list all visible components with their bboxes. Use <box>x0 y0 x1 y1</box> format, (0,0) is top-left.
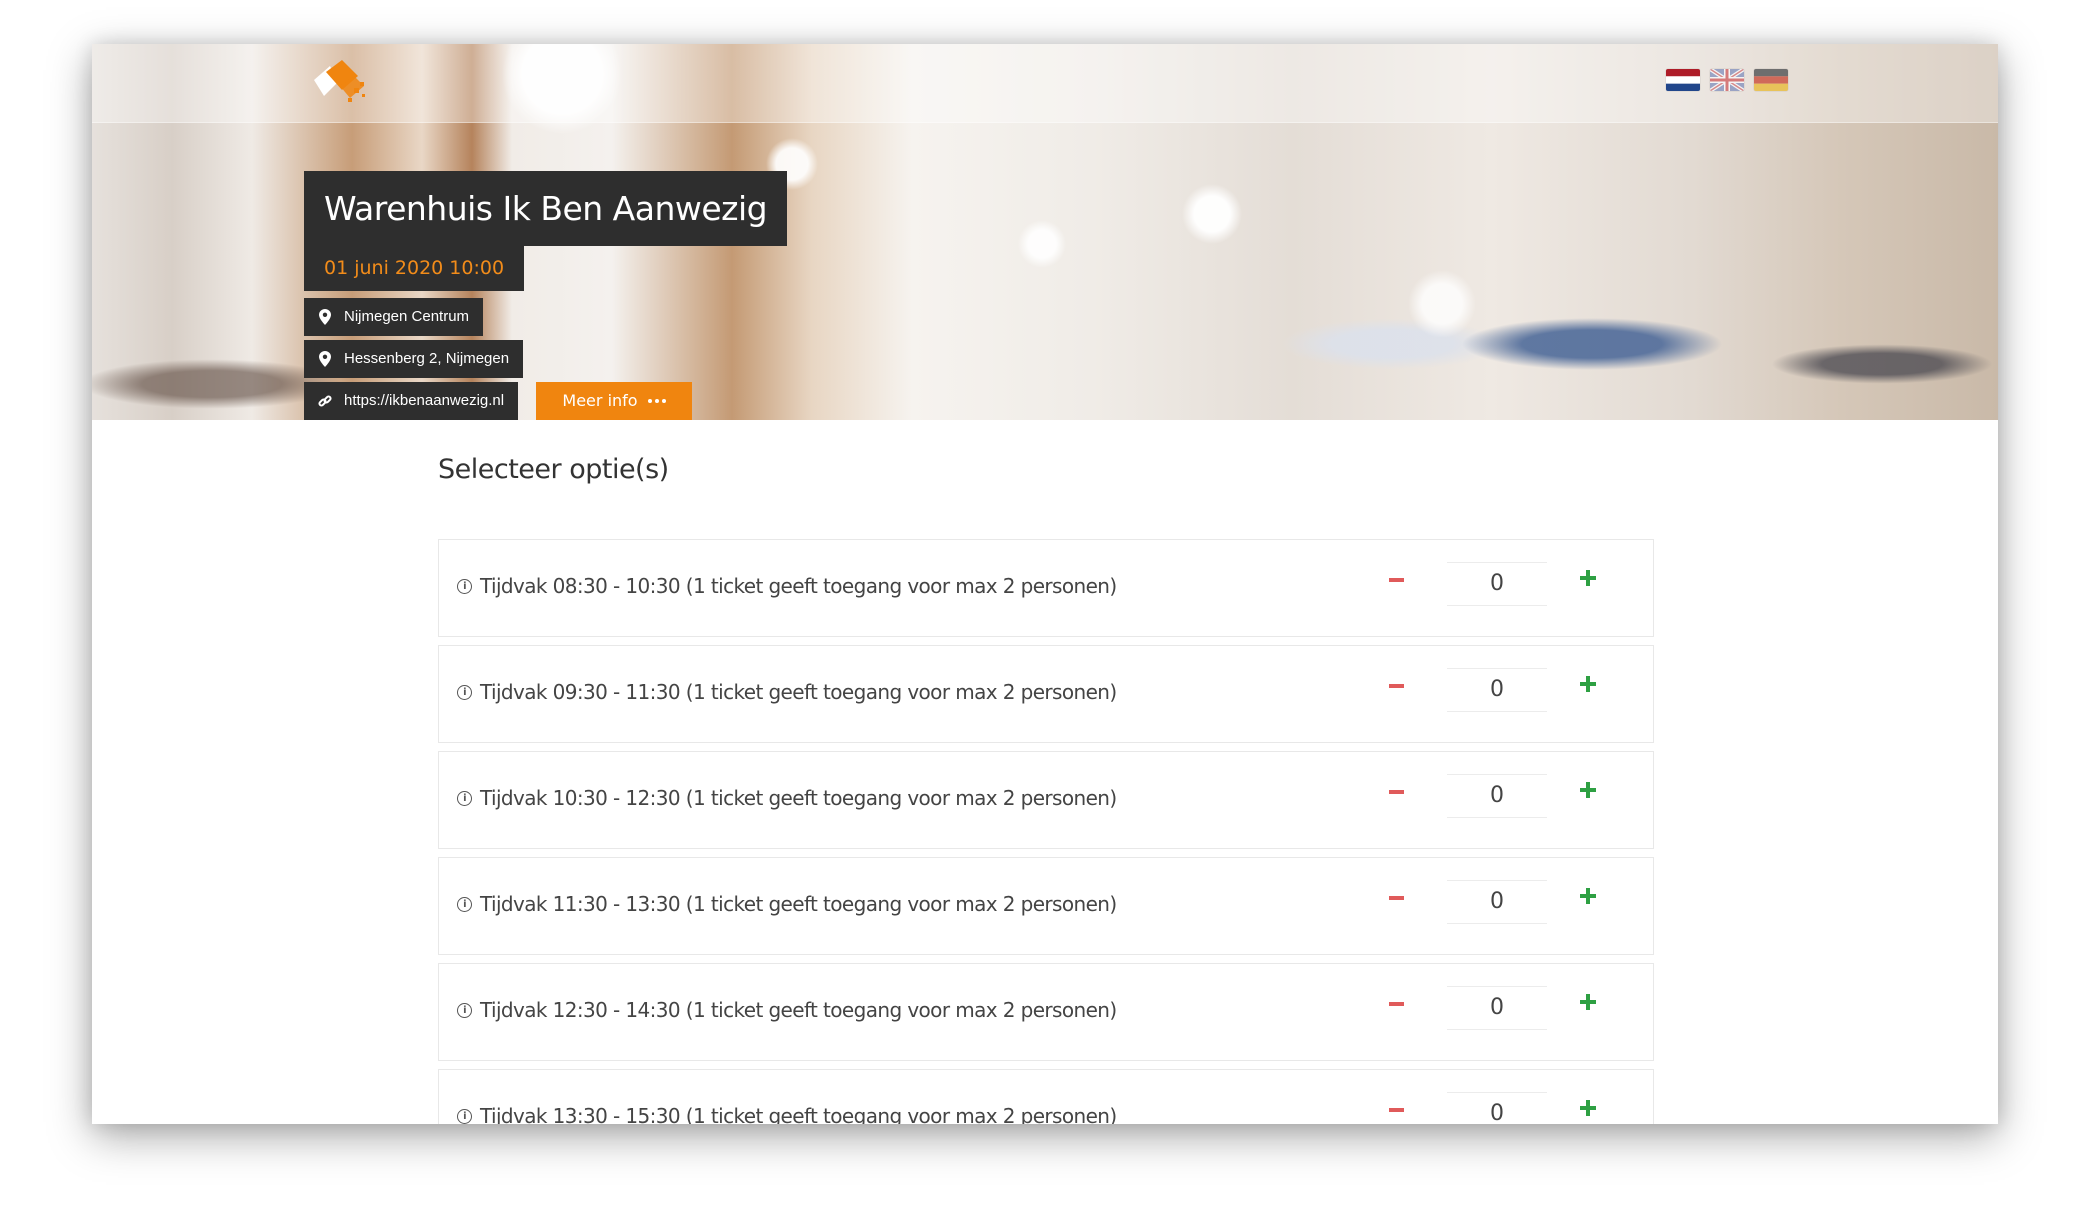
address-row: Hessenberg 2, Nijmegen <box>304 340 524 378</box>
increase-button[interactable] <box>1580 994 1596 1010</box>
option-row: i Tijdvak 09:30 - 11:30 (1 ticket geeft t… <box>438 645 1654 743</box>
flag-nl-icon[interactable] <box>1666 69 1700 91</box>
option-label: Tijdvak 09:30 - 11:30 (1 ticket geeft to… <box>480 680 1117 704</box>
info-icon[interactable]: i <box>457 1108 472 1124</box>
option-row: i Tijdvak 11:30 - 13:30 (1 ticket geeft t… <box>438 857 1654 955</box>
option-label: Tijdvak 10:30 - 12:30 (1 ticket geeft to… <box>480 786 1117 810</box>
location-text: Nijmegen Centrum <box>344 308 470 325</box>
website-row[interactable]: https://ikbenaanwezig.nl <box>304 382 519 420</box>
increase-button[interactable] <box>1580 888 1596 904</box>
more-info-label: Meer info <box>562 391 638 410</box>
option-row: i Tijdvak 10:30 - 12:30 (1 ticket geeft t… <box>438 751 1654 849</box>
option-label: Tijdvak 11:30 - 13:30 (1 ticket geeft to… <box>480 892 1117 916</box>
flag-de-icon[interactable] <box>1754 69 1788 91</box>
event-title: Warenhuis Ik Ben Aanwezig <box>304 171 788 246</box>
event-datetime: 01 juni 2020 10:00 <box>304 246 525 291</box>
option-label: Tijdvak 08:30 - 10:30 (1 ticket geeft to… <box>480 574 1117 598</box>
options-list: i Tijdvak 08:30 - 10:30 (1 ticket geeft t… <box>438 539 1654 1124</box>
option-row: i Tijdvak 12:30 - 14:30 (1 ticket geeft t… <box>438 963 1654 1061</box>
map-pin-icon <box>316 350 334 368</box>
option-row: i Tijdvak 13:30 - 15:30 (1 ticket geeft t… <box>438 1069 1654 1124</box>
quantity-field[interactable]: 0 <box>1447 668 1547 712</box>
logo-icon[interactable] <box>302 58 372 106</box>
increase-button[interactable] <box>1580 1100 1596 1116</box>
info-icon[interactable]: i <box>457 578 472 594</box>
info-icon[interactable]: i <box>457 684 472 700</box>
increase-button[interactable] <box>1580 676 1596 692</box>
quantity-field[interactable]: 0 <box>1447 986 1547 1030</box>
hero-banner: Warenhuis Ik Ben Aanwezig 01 juni 2020 1… <box>92 44 1998 420</box>
section-title: Selecteer optie(s) <box>438 454 669 485</box>
increase-button[interactable] <box>1580 570 1596 586</box>
decrease-button[interactable] <box>1389 896 1404 900</box>
option-label: Tijdvak 13:30 - 15:30 (1 ticket geeft to… <box>480 1104 1117 1124</box>
decrease-button[interactable] <box>1389 578 1404 582</box>
decrease-button[interactable] <box>1389 684 1404 688</box>
link-icon <box>316 392 334 410</box>
browser-window: Warenhuis Ik Ben Aanwezig 01 juni 2020 1… <box>92 44 1998 1124</box>
location-row: Nijmegen Centrum <box>304 298 484 336</box>
map-pin-icon <box>316 308 334 326</box>
option-row: i Tijdvak 08:30 - 10:30 (1 ticket geeft t… <box>438 539 1654 637</box>
info-icon[interactable]: i <box>457 896 472 912</box>
quantity-field[interactable]: 0 <box>1447 774 1547 818</box>
more-info-button[interactable]: Meer info <box>536 382 692 420</box>
info-icon[interactable]: i <box>457 1002 472 1018</box>
website-link[interactable]: https://ikbenaanwezig.nl <box>344 382 504 420</box>
flag-uk-icon[interactable] <box>1710 69 1744 91</box>
quantity-field[interactable]: 0 <box>1447 562 1547 606</box>
language-switcher <box>1666 69 1788 91</box>
more-dots-icon <box>647 399 666 403</box>
quantity-field[interactable]: 0 <box>1447 1092 1547 1124</box>
increase-button[interactable] <box>1580 782 1596 798</box>
quantity-field[interactable]: 0 <box>1447 880 1547 924</box>
decrease-button[interactable] <box>1389 1002 1404 1006</box>
info-icon[interactable]: i <box>457 790 472 806</box>
address-text: Hessenberg 2, Nijmegen <box>344 350 510 367</box>
decrease-button[interactable] <box>1389 1108 1404 1112</box>
decrease-button[interactable] <box>1389 790 1404 794</box>
option-label: Tijdvak 12:30 - 14:30 (1 ticket geeft to… <box>480 998 1117 1022</box>
